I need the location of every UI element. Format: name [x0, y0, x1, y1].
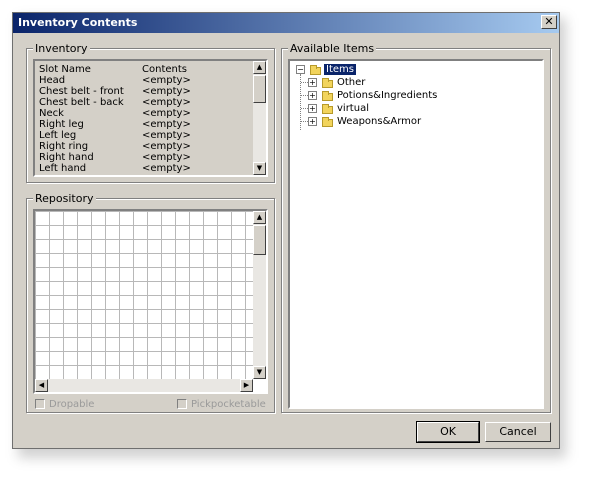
inventory-group: Inventory Slot Name Contents Head <empty…	[26, 42, 275, 183]
tree-item-virtual[interactable]: virtual	[337, 102, 369, 115]
slot-name: Head	[39, 75, 66, 86]
expand-plus-icon[interactable]: +	[308, 117, 317, 126]
slot-name: Right ring	[39, 141, 89, 152]
tree-connector	[301, 108, 308, 109]
repository-legend: Repository	[33, 192, 96, 205]
column-header-slot-name[interactable]: Slot Name	[39, 64, 91, 75]
slot-contents: <empty>	[142, 108, 191, 119]
scroll-left-arrow-icon[interactable]: ◀	[35, 379, 48, 392]
folder-icon	[322, 78, 333, 88]
slot-contents: <empty>	[142, 119, 191, 130]
slot-contents: <empty>	[142, 75, 191, 86]
slot-contents: <empty>	[142, 130, 191, 141]
window-title: Inventory Contents	[18, 16, 138, 29]
tree-item-other[interactable]: Other	[337, 76, 365, 89]
expand-plus-icon[interactable]: +	[308, 104, 317, 113]
tree-connector	[301, 121, 308, 122]
inventory-dialog: Inventory Contents ✕ Inventory Slot Name…	[12, 12, 560, 449]
slot-name: Right hand	[39, 152, 94, 163]
inventory-legend: Inventory	[33, 42, 90, 55]
pickpocketable-checkbox-box[interactable]	[177, 399, 187, 409]
slot-name: Neck	[39, 108, 64, 119]
available-items-group: Available Items − Items + Other + Potion…	[281, 42, 551, 413]
tree-connector	[301, 82, 308, 83]
repository-grid[interactable]	[35, 211, 253, 379]
slot-contents: <empty>	[142, 163, 191, 174]
collapse-minus-icon[interactable]: −	[296, 65, 305, 74]
repository-grid-panel[interactable]: ▲ ▼ ◀ ▶	[33, 209, 268, 394]
slot-name: Chest belt - front	[39, 86, 124, 97]
tree-item-label: Items	[324, 64, 356, 75]
tree-item-label: virtual	[337, 103, 369, 114]
folder-icon	[322, 91, 333, 101]
dropable-checkbox[interactable]: Dropable	[35, 399, 115, 411]
inventory-vertical-scrollbar[interactable]: ▲ ▼	[253, 61, 266, 175]
scroll-right-arrow-icon[interactable]: ▶	[240, 379, 253, 392]
folder-icon	[322, 104, 333, 114]
dropable-checkbox-box[interactable]	[35, 399, 45, 409]
close-icon: ✕	[544, 15, 554, 28]
available-items-tree[interactable]: − Items + Other + Potions&Ingredients +	[288, 59, 544, 409]
slot-contents: <empty>	[142, 152, 191, 163]
column-header-contents[interactable]: Contents	[142, 64, 187, 75]
expand-plus-icon[interactable]: +	[308, 78, 317, 87]
repository-group: Repository ▲ ▼ ◀ ▶ Dropable Pickpocketab…	[26, 192, 275, 413]
tree-item-weapons[interactable]: Weapons&Armor	[337, 115, 421, 128]
expand-plus-icon[interactable]: +	[308, 91, 317, 100]
dropable-label: Dropable	[49, 399, 95, 410]
pickpocketable-label: Pickpocketable	[191, 399, 266, 410]
slot-name: Chest belt - back	[39, 97, 124, 108]
scroll-up-arrow-icon[interactable]: ▲	[253, 61, 266, 74]
tree-item-root[interactable]: Items	[324, 63, 356, 76]
tree-item-label: Weapons&Armor	[337, 116, 422, 127]
scroll-down-arrow-icon[interactable]: ▼	[253, 162, 266, 175]
tree-item-label: Other	[337, 77, 366, 88]
tree-item-label: Potions&Ingredients	[337, 90, 438, 101]
repository-vertical-scrollbar[interactable]: ▲ ▼	[253, 211, 266, 379]
close-button[interactable]: ✕	[541, 15, 557, 29]
scroll-thumb[interactable]	[253, 225, 266, 255]
slot-contents: <empty>	[142, 141, 191, 152]
cancel-button[interactable]: Cancel	[485, 422, 551, 442]
pickpocketable-checkbox[interactable]: Pickpocketable	[177, 399, 267, 411]
scroll-down-arrow-icon[interactable]: ▼	[253, 366, 266, 379]
tree-item-potions[interactable]: Potions&Ingredients	[337, 89, 437, 102]
slot-contents: <empty>	[142, 86, 191, 97]
scroll-up-arrow-icon[interactable]: ▲	[253, 211, 266, 224]
tree-connector	[301, 95, 308, 96]
folder-icon	[310, 65, 321, 75]
title-bar[interactable]: Inventory Contents ✕	[13, 13, 559, 33]
slot-name: Left hand	[39, 163, 87, 174]
slot-name: Right leg	[39, 119, 84, 130]
inventory-list[interactable]: Slot Name Contents Head <empty> Chest be…	[33, 59, 268, 177]
ok-button[interactable]: OK	[416, 421, 480, 443]
folder-icon	[322, 117, 333, 127]
slot-name: Left leg	[39, 130, 77, 141]
slot-contents: <empty>	[142, 97, 191, 108]
scroll-thumb[interactable]	[253, 75, 266, 103]
available-items-legend: Available Items	[288, 42, 377, 55]
repository-horizontal-scrollbar[interactable]: ◀ ▶	[35, 379, 253, 392]
